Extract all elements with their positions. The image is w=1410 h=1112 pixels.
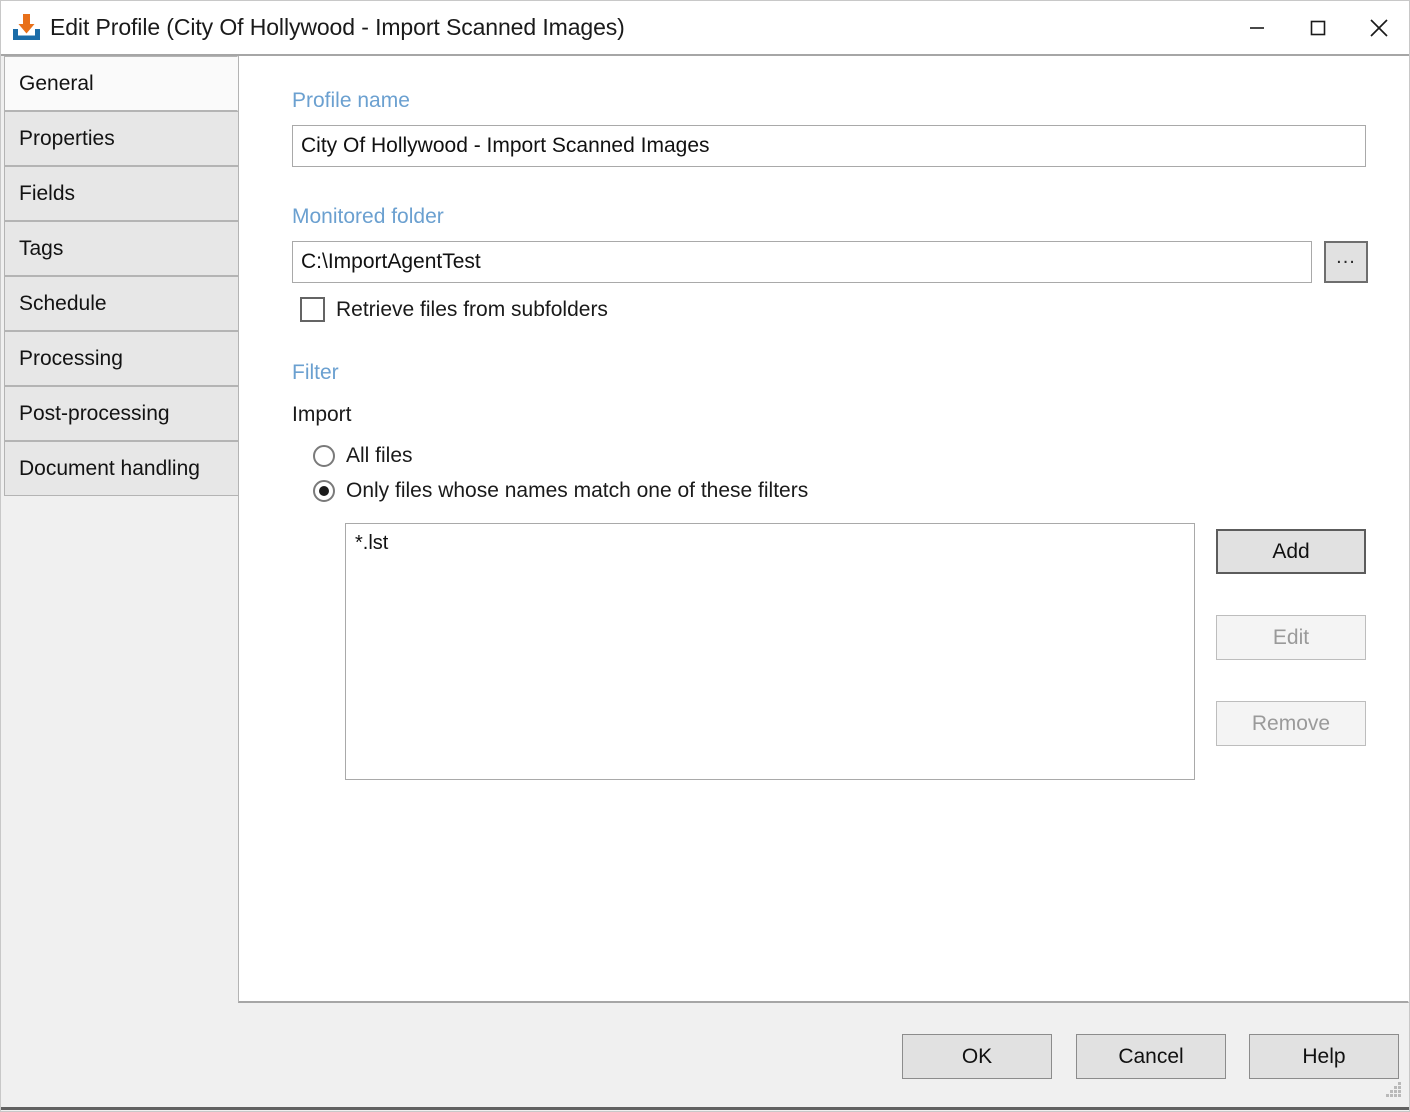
filter-section-label: Filter — [292, 361, 339, 385]
window-bottom-edge — [1, 1107, 1409, 1110]
resize-grip[interactable] — [1381, 1079, 1403, 1101]
sidebar-item-document-handling[interactable]: Document handling — [4, 441, 238, 496]
radio-circle-icon — [313, 445, 335, 467]
sidebar-item-label: Fields — [5, 182, 75, 206]
minimize-icon[interactable] — [1226, 1, 1287, 54]
retrieve-subfolders-label: Retrieve files from subfolders — [336, 298, 608, 322]
settings-tab-list: General Properties Fields Tags Schedule … — [1, 56, 238, 1111]
general-settings-panel: Profile name City Of Hollywood - Import … — [238, 56, 1409, 1003]
edit-filter-button: Edit — [1216, 615, 1366, 660]
sidebar-item-post-processing[interactable]: Post-processing — [4, 386, 238, 441]
sidebar-item-fields[interactable]: Fields — [4, 166, 238, 221]
remove-filter-button: Remove — [1216, 701, 1366, 746]
ok-button[interactable]: OK — [902, 1034, 1052, 1079]
radio-match-filters[interactable]: Only files whose names match one of thes… — [313, 479, 808, 503]
browse-folder-button[interactable]: ... — [1324, 241, 1368, 283]
maximize-icon[interactable] — [1287, 1, 1348, 54]
window-controls — [1226, 1, 1409, 54]
monitored-folder-label: Monitored folder — [292, 205, 444, 229]
sidebar-item-label: Tags — [5, 237, 63, 261]
sidebar-item-label: Processing — [5, 347, 123, 371]
sidebar-item-processing[interactable]: Processing — [4, 331, 238, 386]
list-item[interactable]: *.lst — [346, 524, 1194, 555]
sidebar-item-properties[interactable]: Properties — [4, 111, 238, 166]
close-icon[interactable] — [1348, 1, 1409, 54]
radio-match-filters-label: Only files whose names match one of thes… — [346, 479, 808, 503]
checkbox-box-icon — [300, 297, 325, 322]
dialog-footer: OK Cancel Help — [1, 1003, 1409, 1111]
sidebar-item-general[interactable]: General — [4, 56, 238, 111]
profile-name-label: Profile name — [292, 89, 410, 113]
sidebar-item-label: Post-processing — [5, 402, 170, 426]
retrieve-subfolders-checkbox[interactable]: Retrieve files from subfolders — [300, 297, 608, 322]
filters-listbox[interactable]: *.lst — [345, 523, 1195, 780]
import-download-icon — [10, 12, 42, 44]
sidebar-item-label: Schedule — [5, 292, 107, 316]
edit-profile-dialog: Edit Profile (City Of Hollywood - Import… — [0, 0, 1410, 1112]
monitored-folder-input[interactable]: C:\ImportAgentTest — [292, 241, 1312, 283]
window-title: Edit Profile (City Of Hollywood - Import… — [50, 16, 625, 39]
sidebar-item-label: General — [5, 72, 94, 96]
sidebar-item-label: Properties — [5, 127, 115, 151]
import-label: Import — [292, 403, 352, 427]
add-filter-button[interactable]: Add — [1216, 529, 1366, 574]
help-button[interactable]: Help — [1249, 1034, 1399, 1079]
sidebar-item-label: Document handling — [5, 457, 200, 481]
cancel-button[interactable]: Cancel — [1076, 1034, 1226, 1079]
radio-circle-selected-icon — [313, 480, 335, 502]
profile-name-input[interactable]: City Of Hollywood - Import Scanned Image… — [292, 125, 1366, 167]
radio-all-files-label: All files — [346, 444, 413, 468]
title-bar: Edit Profile (City Of Hollywood - Import… — [1, 1, 1409, 54]
sidebar-item-tags[interactable]: Tags — [4, 221, 238, 276]
radio-all-files[interactable]: All files — [313, 444, 413, 468]
sidebar-item-schedule[interactable]: Schedule — [4, 276, 238, 331]
